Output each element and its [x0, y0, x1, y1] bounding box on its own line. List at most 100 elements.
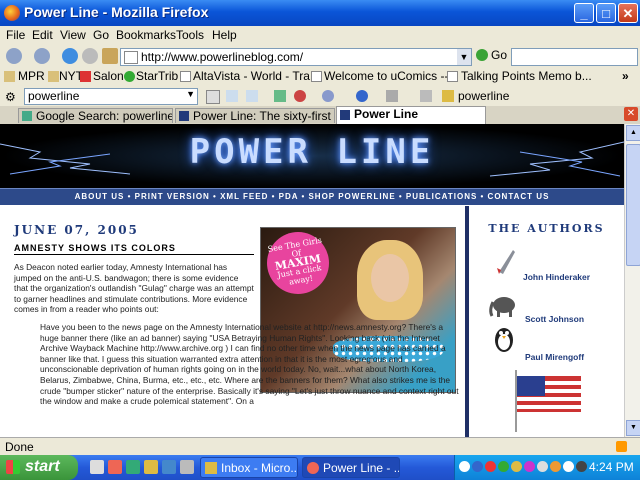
rss-icon[interactable] [616, 441, 627, 452]
google-search-dropdown-icon[interactable]: ▼ [186, 89, 195, 99]
bookmark-salon[interactable]: Salon [93, 69, 124, 83]
title-bar[interactable]: Power Line - Mozilla Firefox _ □ ✕ [0, 0, 640, 26]
tray-icon[interactable] [537, 461, 548, 472]
menu-file[interactable]: File [6, 28, 25, 42]
quicklaunch-app-icon[interactable] [126, 460, 140, 474]
startrib-icon [124, 71, 135, 82]
site-banner[interactable]: POWER LINE [0, 124, 624, 188]
author-scott-johnson[interactable]: Scott Johnson [525, 314, 584, 324]
task-inbox[interactable]: Inbox - Micro... [200, 457, 298, 478]
menu-tools[interactable]: Tools [176, 28, 204, 42]
tab-google-search[interactable]: Google Search: powerline [18, 108, 173, 123]
power-line-favicon [340, 110, 350, 120]
news-icon[interactable] [246, 90, 258, 102]
minimize-button[interactable]: _ [574, 3, 594, 23]
tray-icon[interactable] [550, 461, 561, 472]
url-text: http://www.powerlineblog.com/ [141, 50, 304, 64]
start-button[interactable]: start [0, 455, 78, 480]
menu-help[interactable]: Help [212, 28, 237, 42]
bookmark-talking-points[interactable]: Talking Points Memo b... [461, 69, 592, 83]
post-paragraph: As Deacon noted earlier today, Amnesty I… [14, 262, 254, 315]
pagerank-icon[interactable] [274, 90, 286, 102]
tab-power-line-sixty-first[interactable]: Power Line: The sixty-first ... [175, 108, 335, 123]
author-paul-mirengoff[interactable]: Paul Mirengoff [525, 352, 584, 362]
ad-model-face [371, 254, 409, 302]
windows-taskbar: start Inbox - Micro... Power Line - ... … [0, 455, 640, 480]
back-icon[interactable] [6, 48, 22, 64]
bookmark-mpr[interactable]: MPR [18, 69, 45, 83]
google-search-value: powerline [28, 89, 80, 103]
elephant-icon [489, 297, 515, 317]
maximize-button[interactable]: □ [596, 3, 616, 23]
highlight-term[interactable]: powerline [458, 89, 509, 103]
stop-icon[interactable] [82, 48, 98, 64]
page-icon [124, 51, 138, 64]
bookmark-altavista[interactable]: AltaVista - World - Tra... [193, 69, 320, 83]
tray-icon[interactable] [472, 461, 483, 472]
windows-logo-icon [6, 460, 20, 474]
menu-go[interactable]: Go [93, 28, 109, 42]
site-logo: POWER LINE [189, 132, 435, 172]
bookmark-icon [4, 71, 15, 82]
google-search-input[interactable]: powerline ▼ [24, 88, 198, 105]
reload-icon[interactable] [62, 48, 78, 64]
pen-icon[interactable] [420, 90, 432, 102]
scroll-up-icon[interactable]: ▲ [626, 125, 640, 141]
reader-quote: Have you been to the news page on the Am… [40, 322, 459, 407]
bookmark-ucomics[interactable]: Welcome to uComics --... [324, 69, 458, 83]
tray-icon[interactable] [498, 461, 509, 472]
american-flag-icon [515, 370, 581, 432]
forward-icon[interactable] [34, 48, 50, 64]
tray-icon[interactable] [524, 461, 535, 472]
toolbar-search-input[interactable] [511, 48, 638, 66]
author-john-hinderaker[interactable]: John Hinderaker [523, 272, 590, 282]
tray-icon[interactable] [511, 461, 522, 472]
google-search-icon[interactable] [206, 90, 220, 104]
post-title[interactable]: AMNESTY SHOWS ITS COLORS [14, 243, 254, 255]
url-dropdown-icon[interactable]: ▼ [457, 49, 471, 65]
bookmark-icon [48, 71, 59, 82]
post-date: JUNE 07, 2005 [14, 223, 139, 237]
tab-label: Google Search: powerline [36, 109, 173, 123]
bookmark-startrib[interactable]: StarTrib [136, 69, 178, 83]
url-bar[interactable]: http://www.powerlineblog.com/ ▼ [120, 48, 472, 66]
popup-blocker-icon[interactable] [294, 90, 306, 102]
bookmarks-overflow-icon[interactable]: » [622, 69, 629, 83]
search-options-icon[interactable] [322, 90, 334, 102]
home-icon[interactable] [102, 48, 118, 64]
tab-label: Power Line [354, 107, 419, 121]
highlight-icon[interactable] [442, 90, 454, 102]
scroll-down-icon[interactable]: ▼ [626, 420, 640, 436]
info-icon[interactable] [356, 90, 368, 102]
task-power-line[interactable]: Power Line - ... [302, 457, 400, 478]
task-label: Power Line - ... [323, 461, 400, 475]
tray-icon[interactable] [576, 461, 587, 472]
quicklaunch-app-icon[interactable] [180, 460, 194, 474]
tab-power-line[interactable]: Power Line [336, 106, 486, 124]
site-search-icon[interactable] [226, 90, 238, 102]
main-column: JUNE 07, 2005 AMNESTY SHOWS ITS COLORS A… [0, 206, 469, 437]
firefox-quicklaunch-icon[interactable] [108, 460, 122, 474]
ad-bubble: See The Girls Of MAXIM Just a click away… [262, 228, 334, 299]
google-gear-icon[interactable]: ⚙ [5, 90, 19, 104]
site-nav[interactable]: ABOUT US • PRINT VERSION • XML FEED • PD… [0, 188, 624, 205]
volume-icon[interactable] [563, 461, 574, 472]
tray-icon[interactable] [485, 461, 496, 472]
quicklaunch-app-icon[interactable] [144, 460, 158, 474]
status-bar: Done [0, 437, 640, 455]
outlook-quicklaunch-icon[interactable] [162, 460, 176, 474]
show-desktop-icon[interactable] [90, 460, 104, 474]
close-button[interactable]: ✕ [618, 3, 638, 23]
autofill-icon[interactable] [386, 90, 398, 102]
clock[interactable]: 4:24 PM [589, 460, 634, 474]
go-arrow-icon [476, 49, 488, 61]
menu-edit[interactable]: Edit [32, 28, 53, 42]
task-label: Inbox - Micro... [221, 461, 298, 475]
menu-view[interactable]: View [60, 28, 86, 42]
system-tray: 4:24 PM [454, 455, 640, 480]
tray-icon[interactable] [459, 461, 470, 472]
scroll-thumb[interactable] [626, 144, 640, 266]
menu-bookmarks[interactable]: Bookmarks [116, 28, 176, 42]
vertical-scrollbar[interactable]: ▲ ▼ [624, 124, 640, 437]
close-tab-icon[interactable]: ✕ [624, 107, 638, 121]
